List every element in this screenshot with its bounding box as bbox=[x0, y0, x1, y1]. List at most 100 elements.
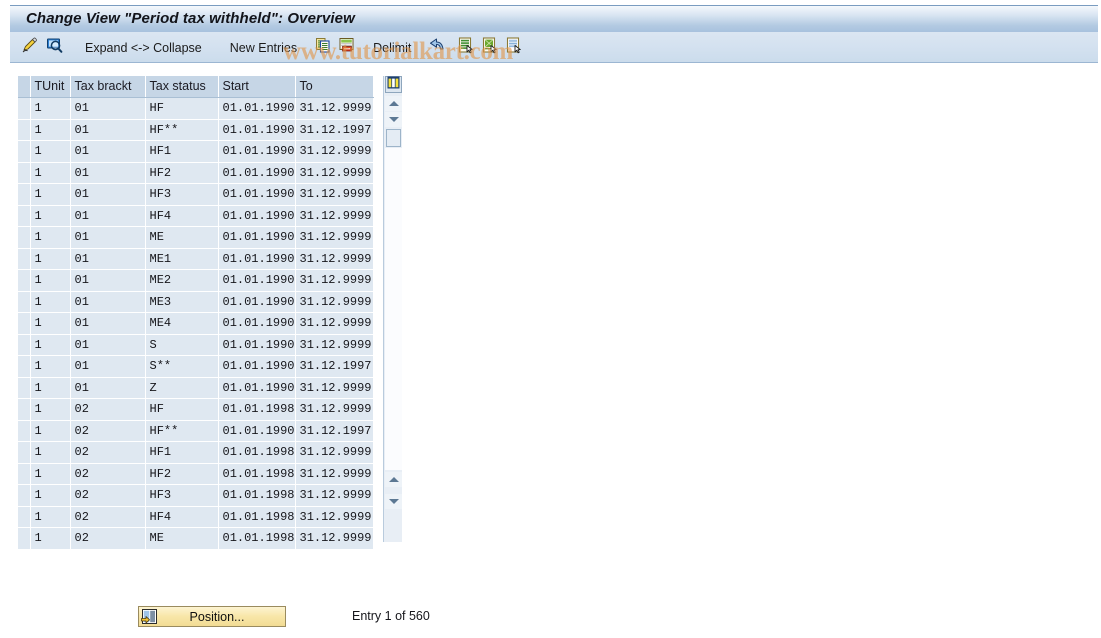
cell-tax-status[interactable]: HF bbox=[145, 398, 219, 421]
row-selector[interactable] bbox=[18, 248, 31, 270]
cell-tax-brackt[interactable]: 02 bbox=[70, 506, 146, 528]
row-selector[interactable] bbox=[18, 355, 31, 378]
scroll-page-up-button[interactable] bbox=[385, 472, 402, 487]
cell-tax-status[interactable]: ME4 bbox=[145, 312, 219, 335]
table-row[interactable]: 1 01 HF** 01.01.1990 31.12.1997 bbox=[18, 119, 374, 141]
row-selector[interactable] bbox=[18, 269, 31, 292]
cell-tax-brackt[interactable]: 02 bbox=[70, 441, 146, 464]
cell-start[interactable]: 01.01.1990 bbox=[218, 334, 296, 356]
cell-tax-brackt[interactable]: 02 bbox=[70, 398, 146, 421]
row-selector[interactable] bbox=[18, 527, 31, 550]
cell-start[interactable]: 01.01.1998 bbox=[218, 463, 296, 485]
cell-tax-brackt[interactable]: 01 bbox=[70, 183, 146, 206]
cell-tax-brackt[interactable]: 02 bbox=[70, 420, 146, 442]
cell-tunit[interactable]: 1 bbox=[30, 527, 71, 550]
table-row[interactable]: 1 01 HF4 01.01.1990 31.12.9999 bbox=[18, 205, 374, 227]
row-selector[interactable] bbox=[18, 398, 31, 421]
cell-tunit[interactable]: 1 bbox=[30, 463, 71, 485]
cell-tax-status[interactable]: HF3 bbox=[145, 183, 219, 206]
cell-tunit[interactable]: 1 bbox=[30, 248, 71, 270]
new-entries-button[interactable]: New Entries bbox=[221, 36, 306, 60]
cell-to[interactable]: 31.12.9999 bbox=[295, 334, 374, 356]
select-all-column-header[interactable] bbox=[18, 76, 31, 98]
cell-start[interactable]: 01.01.1990 bbox=[218, 248, 296, 270]
table-row[interactable]: 1 02 ME 01.01.1998 31.12.9999 bbox=[18, 527, 374, 550]
cell-tax-brackt[interactable]: 01 bbox=[70, 334, 146, 356]
cell-tax-status[interactable]: HF** bbox=[145, 119, 219, 141]
cell-tunit[interactable]: 1 bbox=[30, 140, 71, 163]
details-button[interactable] bbox=[42, 36, 66, 60]
cell-to[interactable]: 31.12.9999 bbox=[295, 312, 374, 335]
cell-tunit[interactable]: 1 bbox=[30, 312, 71, 335]
column-header-start[interactable]: Start bbox=[218, 76, 296, 98]
table-row[interactable]: 1 02 HF4 01.01.1998 31.12.9999 bbox=[18, 506, 374, 528]
cell-to[interactable]: 31.12.9999 bbox=[295, 97, 374, 120]
row-selector[interactable] bbox=[18, 183, 31, 206]
cell-start[interactable]: 01.01.1998 bbox=[218, 506, 296, 528]
table-row[interactable]: 1 01 S** 01.01.1990 31.12.1997 bbox=[18, 355, 374, 378]
table-row[interactable]: 1 02 HF** 01.01.1990 31.12.1997 bbox=[18, 420, 374, 442]
table-row[interactable]: 1 01 ME1 01.01.1990 31.12.9999 bbox=[18, 248, 374, 270]
cell-tax-brackt[interactable]: 01 bbox=[70, 119, 146, 141]
row-selector[interactable] bbox=[18, 506, 31, 528]
cell-tax-status[interactable]: S bbox=[145, 334, 219, 356]
table-row[interactable]: 1 01 ME 01.01.1990 31.12.9999 bbox=[18, 226, 374, 249]
cell-tunit[interactable]: 1 bbox=[30, 334, 71, 356]
cell-start[interactable]: 01.01.1990 bbox=[218, 140, 296, 163]
cell-tax-brackt[interactable]: 02 bbox=[70, 484, 146, 507]
cell-tax-status[interactable]: HF2 bbox=[145, 162, 219, 184]
cell-tax-brackt[interactable]: 01 bbox=[70, 248, 146, 270]
cell-start[interactable]: 01.01.1990 bbox=[218, 269, 296, 292]
cell-tax-status[interactable]: HF** bbox=[145, 420, 219, 442]
deselect-all-button[interactable] bbox=[478, 36, 502, 60]
row-selector[interactable] bbox=[18, 334, 31, 356]
cell-tunit[interactable]: 1 bbox=[30, 291, 71, 313]
cell-tax-status[interactable]: ME bbox=[145, 527, 219, 550]
cell-tax-status[interactable]: HF1 bbox=[145, 140, 219, 163]
row-selector[interactable] bbox=[18, 377, 31, 399]
cell-to[interactable]: 31.12.1997 bbox=[295, 119, 374, 141]
cell-tax-brackt[interactable]: 01 bbox=[70, 291, 146, 313]
cell-to[interactable]: 31.12.9999 bbox=[295, 377, 374, 399]
cell-start[interactable]: 01.01.1990 bbox=[218, 291, 296, 313]
table-row[interactable]: 1 02 HF3 01.01.1998 31.12.9999 bbox=[18, 484, 374, 507]
cell-start[interactable]: 01.01.1990 bbox=[218, 312, 296, 335]
cell-tax-brackt[interactable]: 02 bbox=[70, 527, 146, 550]
cell-tax-status[interactable]: Z bbox=[145, 377, 219, 399]
cell-start[interactable]: 01.01.1998 bbox=[218, 398, 296, 421]
row-selector[interactable] bbox=[18, 484, 31, 507]
cell-to[interactable]: 31.12.9999 bbox=[295, 162, 374, 184]
cell-tunit[interactable]: 1 bbox=[30, 377, 71, 399]
cell-tunit[interactable]: 1 bbox=[30, 205, 71, 227]
column-header-tunit[interactable]: TUnit bbox=[30, 76, 71, 98]
cell-start[interactable]: 01.01.1998 bbox=[218, 484, 296, 507]
table-row[interactable]: 1 01 HF3 01.01.1990 31.12.9999 bbox=[18, 183, 374, 206]
scroll-page-down-button[interactable] bbox=[385, 494, 402, 509]
table-row[interactable]: 1 01 ME4 01.01.1990 31.12.9999 bbox=[18, 312, 374, 335]
cell-tax-brackt[interactable]: 01 bbox=[70, 162, 146, 184]
table-row[interactable]: 1 01 HF2 01.01.1990 31.12.9999 bbox=[18, 162, 374, 184]
cell-tax-brackt[interactable]: 01 bbox=[70, 205, 146, 227]
cell-to[interactable]: 31.12.1997 bbox=[295, 355, 374, 378]
cell-tax-brackt[interactable]: 01 bbox=[70, 269, 146, 292]
cell-tax-brackt[interactable]: 01 bbox=[70, 355, 146, 378]
cell-start[interactable]: 01.01.1990 bbox=[218, 162, 296, 184]
cell-tax-status[interactable]: HF bbox=[145, 97, 219, 120]
column-header-to[interactable]: To bbox=[295, 76, 374, 98]
cell-tax-brackt[interactable]: 01 bbox=[70, 226, 146, 249]
cell-start[interactable]: 01.01.1990 bbox=[218, 226, 296, 249]
row-selector[interactable] bbox=[18, 97, 31, 120]
cell-tax-status[interactable]: HF4 bbox=[145, 205, 219, 227]
delete-row-button[interactable] bbox=[335, 36, 359, 60]
table-row[interactable]: 1 01 Z 01.01.1990 31.12.9999 bbox=[18, 377, 374, 399]
cell-to[interactable]: 31.12.9999 bbox=[295, 463, 374, 485]
cell-start[interactable]: 01.01.1990 bbox=[218, 97, 296, 120]
cell-tunit[interactable]: 1 bbox=[30, 420, 71, 442]
table-row[interactable]: 1 01 HF1 01.01.1990 31.12.9999 bbox=[18, 140, 374, 163]
cell-tunit[interactable]: 1 bbox=[30, 398, 71, 421]
cell-tax-brackt[interactable]: 01 bbox=[70, 140, 146, 163]
position-button[interactable]: Position... bbox=[138, 606, 286, 627]
scroll-down-button[interactable] bbox=[385, 112, 402, 127]
cell-tunit[interactable]: 1 bbox=[30, 119, 71, 141]
table-row[interactable]: 1 02 HF1 01.01.1998 31.12.9999 bbox=[18, 441, 374, 464]
